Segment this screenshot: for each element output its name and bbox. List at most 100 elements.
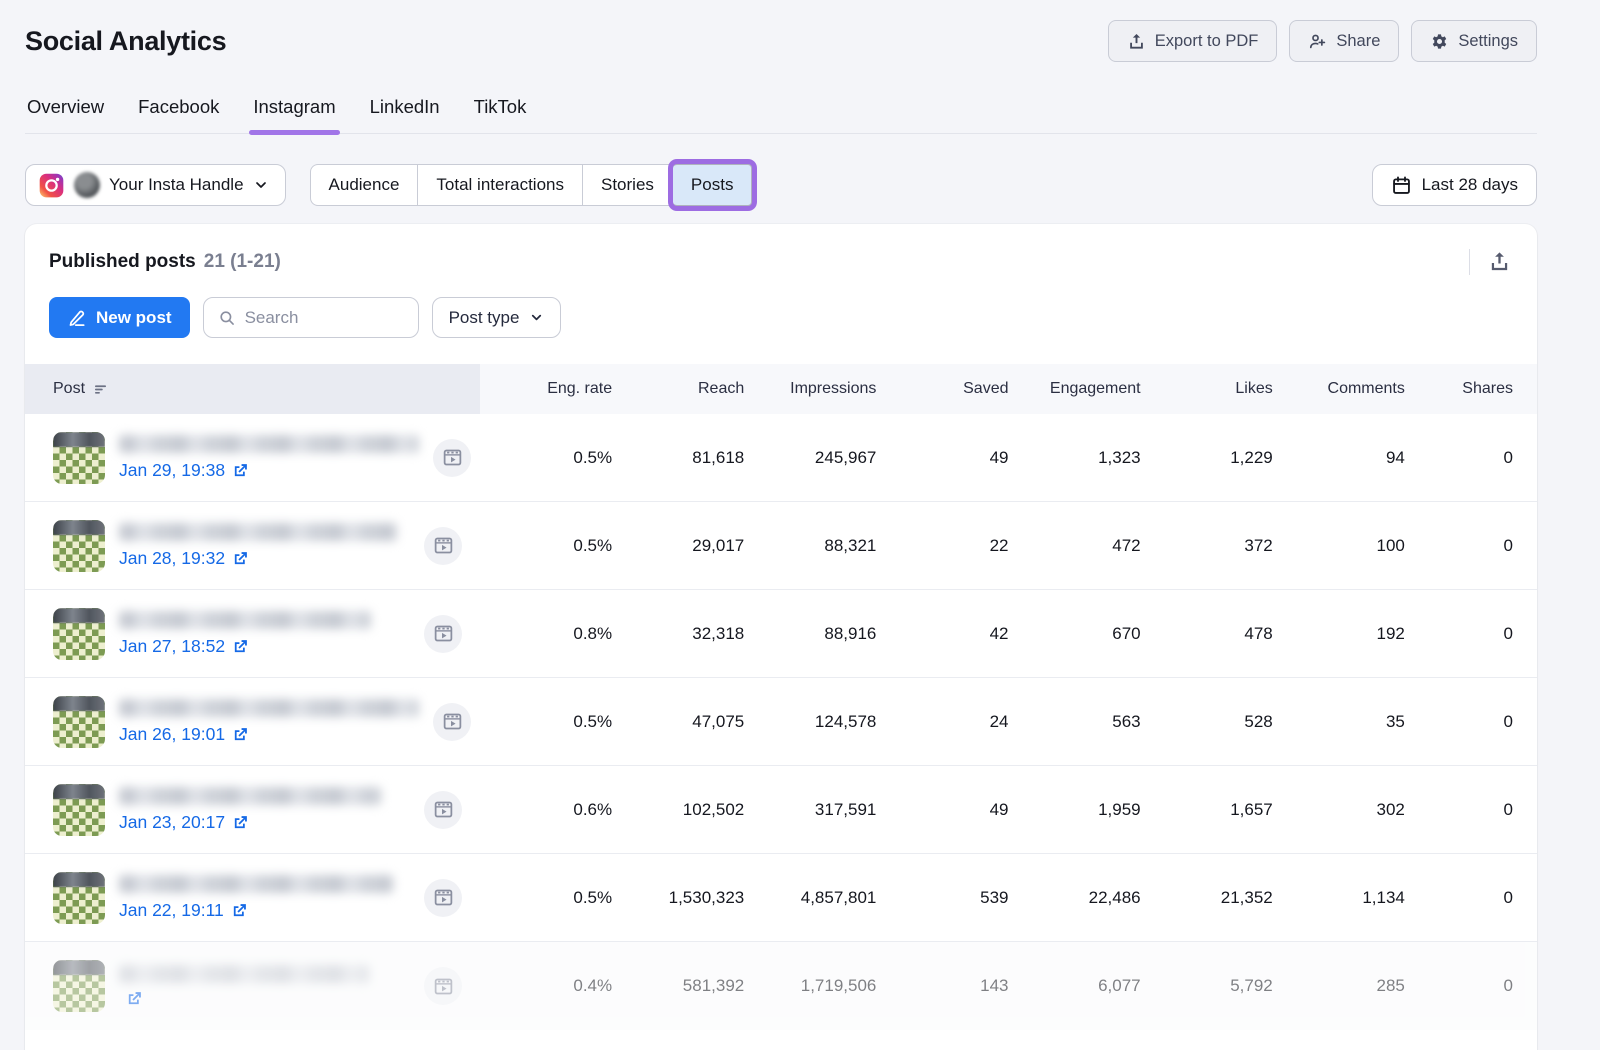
tab-tiktok[interactable]: TikTok bbox=[472, 96, 529, 133]
external-link-icon bbox=[231, 902, 248, 919]
segment-posts[interactable]: Posts bbox=[673, 164, 753, 206]
post-thumbnail bbox=[53, 872, 105, 924]
account-selector[interactable]: Your Insta Handle bbox=[25, 164, 286, 206]
gear-icon bbox=[1430, 32, 1449, 51]
cell-reach: 102,502 bbox=[612, 800, 744, 820]
cell-reach: 1,530,323 bbox=[612, 888, 744, 908]
account-avatar bbox=[74, 172, 100, 198]
cell-engagement: 6,077 bbox=[1009, 976, 1141, 996]
cell-engagement: 22,486 bbox=[1009, 888, 1141, 908]
cell-comments: 302 bbox=[1273, 800, 1405, 820]
post-cell: Jan 26, 19:01 bbox=[25, 678, 480, 765]
post-thumbnail bbox=[53, 432, 105, 484]
column-header-eng-rate[interactable]: Eng. rate bbox=[480, 380, 612, 398]
tab-overview[interactable]: Overview bbox=[25, 96, 106, 133]
segment-stories[interactable]: Stories bbox=[583, 164, 673, 206]
post-date-link[interactable] bbox=[119, 990, 369, 1007]
post-date-link[interactable]: Jan 28, 19:32 bbox=[119, 548, 397, 569]
post-date: Jan 22, 19:11 bbox=[119, 900, 224, 921]
cell-saved: 24 bbox=[876, 712, 1008, 732]
export-to-pdf-button[interactable]: Export to PDF bbox=[1108, 20, 1278, 62]
cell-reach: 32,318 bbox=[612, 624, 744, 644]
chevron-down-icon bbox=[529, 310, 544, 325]
cell-shares: 0 bbox=[1405, 448, 1537, 468]
post-meta: Jan 27, 18:52 bbox=[119, 611, 371, 657]
column-header-likes[interactable]: Likes bbox=[1141, 380, 1273, 398]
date-range-label: Last 28 days bbox=[1422, 175, 1518, 195]
external-link-icon bbox=[232, 550, 249, 567]
external-link-icon bbox=[232, 462, 249, 479]
export-table-button[interactable] bbox=[1486, 248, 1513, 275]
column-header-impressions[interactable]: Impressions bbox=[744, 380, 876, 398]
video-post-icon bbox=[433, 703, 471, 741]
post-date-link[interactable]: Jan 27, 18:52 bbox=[119, 636, 371, 657]
post-title-blurred bbox=[119, 523, 397, 541]
cell-comments: 35 bbox=[1273, 712, 1405, 732]
post-date: Jan 27, 18:52 bbox=[119, 636, 225, 657]
share-label: Share bbox=[1336, 32, 1380, 51]
new-post-button[interactable]: New post bbox=[49, 297, 190, 338]
tab-facebook[interactable]: Facebook bbox=[136, 96, 221, 133]
column-header-post[interactable]: Post bbox=[25, 364, 480, 414]
cell-eng-rate: 0.8% bbox=[480, 624, 612, 644]
cell-impressions: 245,967 bbox=[744, 448, 876, 468]
search-input[interactable] bbox=[245, 308, 404, 328]
cell-comments: 94 bbox=[1273, 448, 1405, 468]
export-icon bbox=[1488, 250, 1511, 273]
post-date-link[interactable]: Jan 29, 19:38 bbox=[119, 460, 419, 481]
column-header-engagement[interactable]: Engagement bbox=[1009, 380, 1141, 398]
segment-total-interactions[interactable]: Total interactions bbox=[418, 164, 583, 206]
settings-button[interactable]: Settings bbox=[1411, 20, 1537, 62]
page: Social Analytics Export to PDF Share Set… bbox=[25, 0, 1537, 1050]
video-post-icon bbox=[424, 791, 462, 829]
post-type-filter[interactable]: Post type bbox=[432, 297, 562, 338]
page-title: Social Analytics bbox=[25, 26, 226, 57]
cell-eng-rate: 0.6% bbox=[480, 800, 612, 820]
cell-comments: 100 bbox=[1273, 536, 1405, 556]
cell-saved: 49 bbox=[876, 800, 1008, 820]
posts-table-body: Jan 29, 19:38 0.5% 81,618 245,967 49 1,3… bbox=[25, 414, 1537, 1030]
cell-impressions: 124,578 bbox=[744, 712, 876, 732]
share-button[interactable]: Share bbox=[1289, 20, 1399, 62]
settings-label: Settings bbox=[1458, 32, 1518, 51]
cell-impressions: 317,591 bbox=[744, 800, 876, 820]
filter-row: Your Insta Handle Audience Total interac… bbox=[25, 164, 1537, 206]
external-link-icon bbox=[126, 990, 143, 1007]
cell-engagement: 1,323 bbox=[1009, 448, 1141, 468]
column-header-reach[interactable]: Reach bbox=[612, 380, 744, 398]
search-icon bbox=[218, 309, 236, 327]
card-header: Published posts 21 (1-21) bbox=[25, 224, 1537, 283]
post-title-blurred bbox=[119, 965, 369, 983]
post-title-blurred bbox=[119, 699, 419, 717]
column-header-shares[interactable]: Shares bbox=[1405, 380, 1537, 398]
cell-saved: 539 bbox=[876, 888, 1008, 908]
cell-eng-rate: 0.4% bbox=[480, 976, 612, 996]
video-post-icon bbox=[424, 527, 462, 565]
person-add-icon bbox=[1308, 32, 1327, 51]
segment-audience[interactable]: Audience bbox=[310, 164, 419, 206]
cell-shares: 0 bbox=[1405, 536, 1537, 556]
column-header-saved[interactable]: Saved bbox=[876, 380, 1008, 398]
date-range-selector[interactable]: Last 28 days bbox=[1372, 164, 1537, 206]
cell-saved: 49 bbox=[876, 448, 1008, 468]
cell-likes: 1,229 bbox=[1141, 448, 1273, 468]
post-meta: Jan 29, 19:38 bbox=[119, 435, 419, 481]
cell-eng-rate: 0.5% bbox=[480, 712, 612, 732]
post-cell: Jan 22, 19:11 bbox=[25, 854, 480, 941]
tab-linkedin[interactable]: LinkedIn bbox=[368, 96, 442, 133]
tab-instagram[interactable]: Instagram bbox=[251, 96, 337, 133]
sort-icon bbox=[93, 382, 108, 397]
post-date-link[interactable]: Jan 26, 19:01 bbox=[119, 724, 419, 745]
post-date-link[interactable]: Jan 23, 20:17 bbox=[119, 812, 381, 833]
table-row: Jan 28, 19:32 0.5% 29,017 88,321 22 472 … bbox=[25, 502, 1537, 590]
post-title-blurred bbox=[119, 435, 419, 453]
cell-engagement: 670 bbox=[1009, 624, 1141, 644]
pencil-icon bbox=[67, 308, 87, 328]
published-posts-card: Published posts 21 (1-21) New post bbox=[25, 224, 1537, 1050]
column-header-comments[interactable]: Comments bbox=[1273, 380, 1405, 398]
video-post-icon bbox=[424, 967, 462, 1005]
post-date-link[interactable]: Jan 22, 19:11 bbox=[119, 900, 393, 921]
divider bbox=[1469, 249, 1470, 275]
cell-likes: 528 bbox=[1141, 712, 1273, 732]
top-header: Social Analytics Export to PDF Share Set… bbox=[25, 20, 1537, 62]
